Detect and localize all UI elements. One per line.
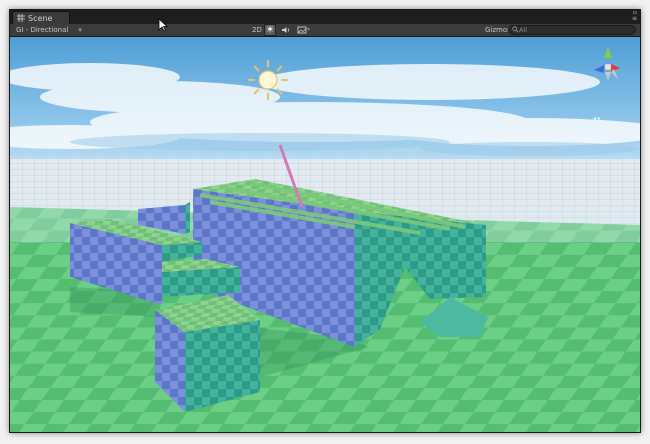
- sun-icon: [248, 60, 288, 100]
- scene-render: [10, 37, 640, 432]
- tab-scene[interactable]: Scene: [12, 11, 70, 24]
- gizmos-label: Gizmos: [485, 26, 511, 34]
- tab-scene-label: Scene: [28, 14, 53, 23]
- mid-step: [162, 259, 240, 297]
- scene-lighting-toggle[interactable]: [264, 24, 276, 36]
- sun-icon: [266, 25, 274, 33]
- toggle-2d-button[interactable]: 2D: [250, 24, 264, 36]
- scene-window: Scene ▫ ≡ GI - Directional ▾ 2D ▾ Gizmos…: [9, 9, 641, 433]
- search-placeholder: All: [519, 26, 528, 34]
- front-cube: [155, 295, 260, 412]
- window-lock-icon[interactable]: ≡: [632, 16, 637, 22]
- persp-label: ◂ ▸: [593, 115, 601, 122]
- chevron-down-icon: ▾: [78, 26, 82, 34]
- tab-bar: Scene ▫ ≡: [10, 10, 640, 24]
- scene-audio-toggle[interactable]: [280, 24, 292, 36]
- scene-toolbar: GI - Directional ▾ 2D ▾ Gizmos ▾: [10, 24, 640, 37]
- mouse-pointer-icon: [158, 18, 168, 32]
- effects-dropdown-icon[interactable]: ▾: [307, 24, 310, 36]
- search-icon: [512, 26, 519, 33]
- hierarchy-search-input[interactable]: All: [508, 25, 636, 35]
- shading-mode-label: GI - Directional: [16, 26, 69, 34]
- window-controls: ▫ ≡: [632, 10, 637, 22]
- shading-mode-dropdown[interactable]: GI - Directional ▾: [16, 24, 82, 36]
- scene-grid-icon: [17, 14, 25, 22]
- speaker-icon: [282, 27, 290, 33]
- scene-viewport[interactable]: ◂ ▸: [10, 37, 640, 432]
